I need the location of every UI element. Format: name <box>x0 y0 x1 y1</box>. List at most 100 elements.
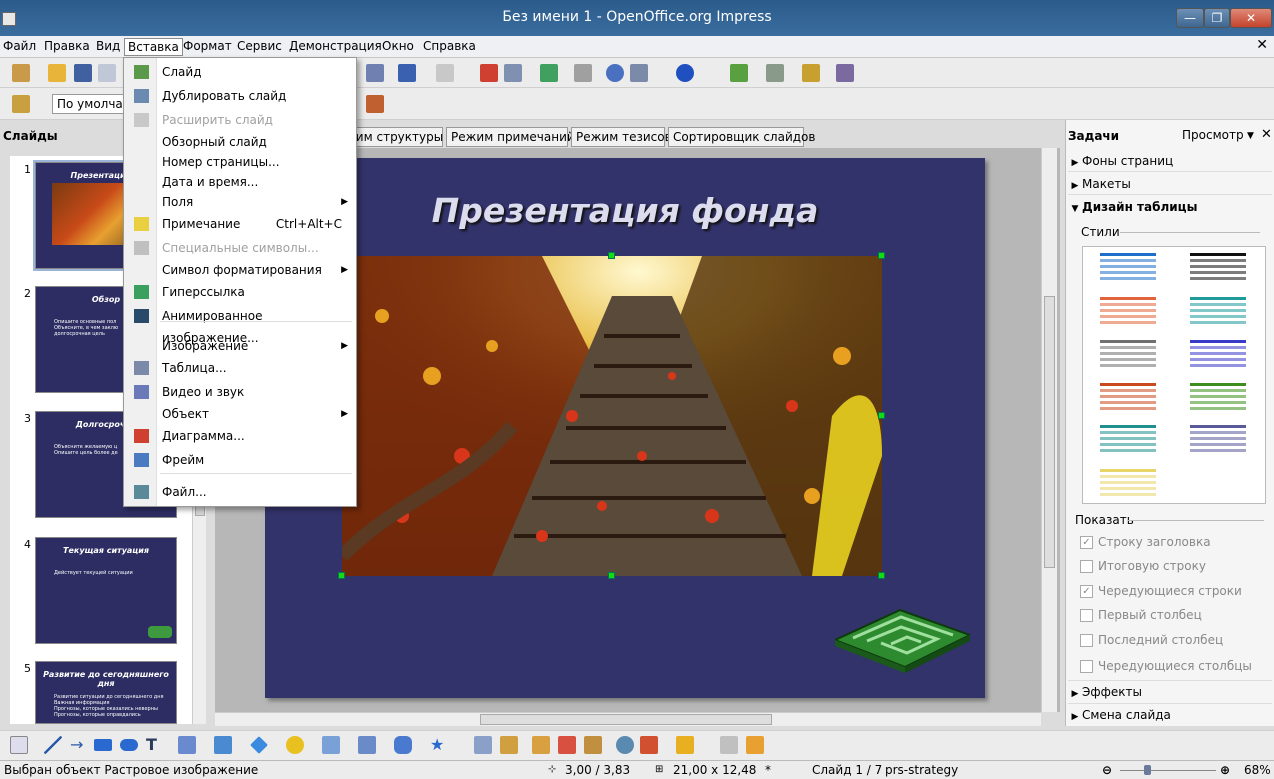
close-button[interactable]: ✕ <box>1230 8 1272 28</box>
checkbox[interactable]: ✓ <box>1080 536 1093 549</box>
section-page-backgrounds[interactable]: ▶ Фоны страниц <box>1068 150 1272 172</box>
menu-item[interactable]: Специальные символы... <box>124 237 356 259</box>
grid-icon[interactable] <box>574 64 592 82</box>
align-icon[interactable] <box>640 736 658 754</box>
tab-handout-view[interactable]: Режим тезисов <box>571 127 672 147</box>
autopilot-icon[interactable] <box>12 95 30 113</box>
text-tool-icon[interactable]: T <box>146 736 164 754</box>
tab-notes-view[interactable]: Режим примечаний <box>446 127 575 147</box>
flowchart-icon[interactable] <box>358 736 376 754</box>
menu-tools[interactable]: Сервис <box>234 38 285 56</box>
menu-insert[interactable]: Вставка <box>124 38 183 56</box>
view-dropdown-chevron-icon[interactable]: ▼ <box>1247 131 1254 141</box>
menu-item[interactable]: Дублировать слайд <box>124 85 356 107</box>
redo-icon[interactable] <box>436 64 454 82</box>
checkbox[interactable] <box>1080 660 1093 673</box>
connector-tool-icon[interactable] <box>214 736 232 754</box>
navigator-icon[interactable] <box>606 64 624 82</box>
menu-file[interactable]: Файл <box>0 38 39 56</box>
symbol-shapes-icon[interactable] <box>286 736 304 754</box>
table-style-swatch[interactable] <box>1100 468 1156 498</box>
option-first-column[interactable]: Первый столбец <box>1080 605 1202 625</box>
zoom-slider-handle[interactable] <box>1144 765 1151 775</box>
status-zoom[interactable]: 68% <box>1244 761 1271 779</box>
menu-item[interactable]: Диаграмма... <box>124 425 356 447</box>
resize-handle[interactable] <box>878 252 885 259</box>
from-file-icon[interactable] <box>558 736 576 754</box>
menu-item[interactable]: Файл... <box>124 481 356 503</box>
menu-item[interactable]: Фрейм <box>124 449 356 471</box>
stars-icon[interactable]: ★ <box>430 736 448 754</box>
table-icon[interactable] <box>504 64 522 82</box>
menu-item[interactable]: Символ форматирования ▶ <box>124 259 356 281</box>
zoom-icon[interactable] <box>630 64 648 82</box>
section-effects[interactable]: ▶ Эффекты <box>1068 680 1272 702</box>
section-layouts[interactable]: ▶ Макеты <box>1068 173 1272 195</box>
table-style-swatch[interactable] <box>1100 382 1156 412</box>
basic-shapes-icon[interactable] <box>250 736 268 754</box>
slide-thumbnail-5[interactable]: Развитие до сегодняшнего дня Развитие си… <box>35 661 177 724</box>
extrusion-icon[interactable] <box>720 736 738 754</box>
table-style-swatch[interactable] <box>1100 252 1156 282</box>
table-style-swatch[interactable] <box>1190 296 1246 326</box>
resize-handle[interactable] <box>878 412 885 419</box>
resize-handle[interactable] <box>608 572 615 579</box>
option-header-row[interactable]: ✓ Строку заголовка <box>1080 532 1211 552</box>
minimize-button[interactable]: — <box>1176 8 1204 28</box>
menu-item[interactable]: Объект ▶ <box>124 403 356 425</box>
menu-format[interactable]: Формат <box>180 38 235 56</box>
menu-help[interactable]: Справка <box>420 38 479 56</box>
zoom-in-icon[interactable]: ⊕ <box>1220 761 1230 779</box>
resize-handle[interactable] <box>608 252 615 259</box>
new-icon[interactable] <box>12 64 30 82</box>
save-icon[interactable] <box>74 64 92 82</box>
view-dropdown[interactable]: Просмотр <box>1182 128 1244 142</box>
zoom-out-icon[interactable]: ⊖ <box>1102 761 1112 779</box>
option-total-row[interactable]: Итоговую строку <box>1080 556 1206 576</box>
section-table-design[interactable]: ▼ Дизайн таблицы <box>1068 196 1272 218</box>
menu-item[interactable]: Видео и звук <box>124 381 356 403</box>
chart-icon[interactable] <box>480 64 498 82</box>
tab-slide-sorter[interactable]: Сортировщик слайдов <box>668 127 815 147</box>
menu-item[interactable]: Слайд <box>124 61 356 83</box>
menu-item[interactable]: Обзорный слайд <box>124 131 356 153</box>
format-paintbrush-icon[interactable] <box>366 64 384 82</box>
toggle-extrusion-icon[interactable] <box>746 736 764 754</box>
checkbox[interactable] <box>1080 609 1093 622</box>
table-style-swatch[interactable] <box>1190 424 1246 454</box>
table-style-swatch[interactable] <box>1100 339 1156 369</box>
menu-item[interactable]: Примечание Ctrl+Alt+C <box>124 213 356 235</box>
block-arrows-icon[interactable] <box>322 736 340 754</box>
hyperlink-icon[interactable] <box>540 64 558 82</box>
table-style-swatch[interactable] <box>1100 296 1156 326</box>
menu-item[interactable]: Таблица... <box>124 357 356 379</box>
vertical-scroll-thumb[interactable] <box>1044 296 1055 568</box>
menu-item[interactable]: Номер страницы... <box>124 151 356 173</box>
menu-item[interactable]: Изображение ▶ <box>124 335 356 357</box>
horizontal-scroll-thumb[interactable] <box>480 714 772 725</box>
menu-item[interactable]: Дата и время... <box>124 171 356 193</box>
option-banded-columns[interactable]: Чередующиеся столбцы <box>1080 656 1252 676</box>
slide-layout-icon[interactable] <box>766 64 784 82</box>
menu-item[interactable]: Анимированное изображение... <box>124 305 356 345</box>
new-slide-icon[interactable] <box>730 64 748 82</box>
menu-item[interactable]: Гиперссылка <box>124 281 356 303</box>
menu-item[interactable]: Поля ▶ <box>124 191 356 213</box>
open-icon[interactable] <box>48 64 66 82</box>
slide-design-icon[interactable] <box>802 64 820 82</box>
resize-handle[interactable] <box>878 572 885 579</box>
menu-edit[interactable]: Правка <box>41 38 93 56</box>
close-tasks-panel-icon[interactable]: ✕ <box>1261 127 1272 142</box>
email-icon[interactable] <box>98 64 116 82</box>
select-arrow-icon[interactable] <box>10 736 28 754</box>
rectangle-tool-icon[interactable] <box>94 739 112 751</box>
maximize-button[interactable]: ❐ <box>1204 8 1230 28</box>
table-style-swatch[interactable] <box>1190 382 1246 412</box>
crop-icon[interactable] <box>366 95 384 113</box>
callouts-icon[interactable] <box>394 736 412 754</box>
rotate-icon[interactable] <box>616 736 634 754</box>
points-icon[interactable] <box>474 736 492 754</box>
menu-item[interactable]: Расширить слайд <box>124 109 356 131</box>
undo-icon[interactable] <box>398 64 416 82</box>
slide-title[interactable]: Презентация фонда <box>265 191 985 230</box>
